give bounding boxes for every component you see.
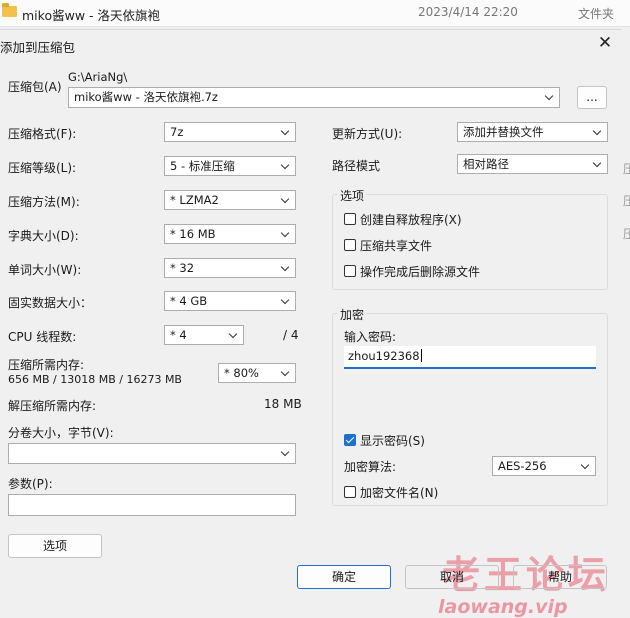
- threads-label: CPU 线程数:: [8, 330, 77, 344]
- solid-label: 固实数据大小：: [8, 296, 93, 310]
- mem-percent-value: * 80%: [224, 366, 259, 380]
- password-label: 输入密码:: [344, 330, 397, 344]
- params-label: 参数(P):: [8, 477, 53, 491]
- archive-name-combo[interactable]: miko酱ww - 洛天依旗袍.7z: [68, 87, 560, 108]
- shared-files-checkbox[interactable]: 压缩共享文件: [344, 237, 544, 253]
- show-password-label: 显示密码(S): [360, 434, 425, 448]
- background-fragment: 压: [623, 162, 630, 176]
- checkbox-box[interactable]: [344, 265, 356, 277]
- dict-value: * 16 MB: [170, 227, 216, 241]
- update-value: 添加并替换文件: [463, 125, 544, 139]
- explorer-file-date: 2023/4/14 22:20: [418, 5, 518, 19]
- chevron-down-icon: [280, 292, 292, 310]
- format-value: 7z: [170, 125, 184, 139]
- chevron-down-icon: [592, 123, 604, 141]
- encryption-method-label: 加密算法:: [344, 460, 397, 474]
- options-group-title: 选项: [338, 187, 367, 204]
- cancel-button[interactable]: 取消: [405, 565, 499, 589]
- archive-label: 压缩包(A): [8, 80, 62, 94]
- dialog-title: 添加到压缩包: [0, 40, 76, 55]
- chevron-down-icon: [280, 157, 292, 175]
- show-password-checkbox[interactable]: 显示密码(S): [344, 432, 484, 448]
- sfx-checkbox[interactable]: 创建自释放程序(X): [344, 211, 544, 227]
- encryption-method-value: AES-256: [498, 459, 547, 473]
- chevron-down-icon: [280, 364, 292, 382]
- format-label: 压缩格式(F):: [8, 127, 77, 141]
- explorer-row[interactable]: miko酱ww - 洛天依旗袍 2023/4/14 22:20 文件夹: [0, 0, 630, 27]
- background-fragment: 压: [623, 227, 630, 241]
- sfx-label: 创建自释放程序(X): [360, 213, 462, 227]
- chevron-down-icon: [228, 326, 240, 344]
- checkbox-box[interactable]: [344, 213, 356, 225]
- mem-values: 656 MB / 13018 MB / 16273 MB: [8, 373, 182, 386]
- path-mode-value: 相对路径: [463, 157, 509, 171]
- explorer-file-type: 文件夹: [578, 7, 615, 21]
- decomp-label: 解压缩所需内存:: [8, 399, 97, 413]
- chevron-down-icon: [280, 191, 292, 209]
- checkbox-box[interactable]: [344, 486, 356, 498]
- mem-label: 压缩所需内存:: [8, 358, 85, 372]
- dict-label: 字典大小(D):: [8, 229, 79, 243]
- chevron-down-icon: [280, 259, 292, 277]
- word-label: 单词大小(W):: [8, 263, 82, 277]
- encrypt-names-label: 加密文件名(N): [360, 486, 439, 500]
- chevron-down-icon: [280, 444, 292, 462]
- method-select[interactable]: * LZMA2: [164, 190, 296, 210]
- split-combo[interactable]: [8, 443, 296, 464]
- browse-button[interactable]: ...: [577, 86, 607, 109]
- word-value: * 32: [170, 261, 195, 275]
- method-value: * LZMA2: [170, 193, 219, 207]
- chevron-down-icon: [592, 155, 604, 173]
- checkbox-box[interactable]: [344, 239, 356, 251]
- path-mode-label: 路径模式: [332, 159, 381, 173]
- help-button[interactable]: 帮助: [513, 565, 607, 589]
- background-fragment: 压: [623, 194, 630, 208]
- encrypt-names-checkbox[interactable]: 加密文件名(N): [344, 484, 494, 500]
- solid-value: * 4 GB: [170, 294, 208, 308]
- mem-percent-select[interactable]: * 80%: [218, 363, 296, 383]
- level-label: 压缩等级(L):: [8, 161, 77, 175]
- close-icon[interactable]: ✕: [596, 34, 614, 52]
- password-input[interactable]: zhou192368: [344, 346, 596, 369]
- solid-select[interactable]: * 4 GB: [164, 291, 296, 311]
- threads-select[interactable]: * 4: [164, 325, 244, 345]
- level-select[interactable]: 5 - 标准压缩: [164, 156, 296, 176]
- threads-value: * 4: [170, 328, 187, 342]
- threads-total: / 4: [283, 328, 299, 342]
- shared-files-label: 压缩共享文件: [360, 239, 433, 253]
- format-select[interactable]: 7z: [164, 122, 296, 142]
- add-to-archive-dialog: 添加到压缩包 ✕ 压缩包(A) G:\AriaNg\ miko酱ww - 洛天依…: [0, 29, 622, 618]
- ok-button[interactable]: 确定: [297, 565, 391, 589]
- archive-path: G:\AriaNg\: [68, 70, 128, 84]
- archive-name-value: miko酱ww - 洛天依旗袍.7z: [74, 90, 218, 104]
- explorer-file-name: miko酱ww - 洛天依旗袍: [22, 8, 160, 23]
- text-caret: [420, 349, 422, 362]
- method-label: 压缩方法(M):: [8, 195, 80, 209]
- password-value: zhou192368: [348, 349, 420, 363]
- chevron-down-icon: [580, 457, 592, 475]
- encryption-method-select[interactable]: AES-256: [492, 456, 596, 476]
- decomp-value: 18 MB: [264, 397, 302, 411]
- checkbox-checked-icon[interactable]: [344, 434, 356, 446]
- update-label: 更新方式(U):: [332, 127, 403, 141]
- chevron-down-icon: [280, 123, 292, 141]
- path-mode-select[interactable]: 相对路径: [457, 154, 608, 174]
- watermark-url: laowang.vip: [438, 596, 568, 618]
- word-select[interactable]: * 32: [164, 258, 296, 278]
- encryption-group-title: 加密: [338, 306, 367, 323]
- level-value: 5 - 标准压缩: [170, 159, 235, 173]
- dict-select[interactable]: * 16 MB: [164, 224, 296, 244]
- delete-source-checkbox[interactable]: 操作完成后删除源文件: [344, 263, 564, 279]
- options-button[interactable]: 选项: [8, 534, 102, 558]
- folder-icon: [2, 3, 17, 17]
- split-label: 分卷大小，字节(V):: [8, 426, 114, 440]
- delete-source-label: 操作完成后删除源文件: [360, 265, 481, 279]
- update-select[interactable]: 添加并替换文件: [457, 122, 608, 142]
- chevron-down-icon[interactable]: [544, 88, 556, 106]
- chevron-down-icon: [280, 225, 292, 243]
- params-input[interactable]: [8, 494, 296, 516]
